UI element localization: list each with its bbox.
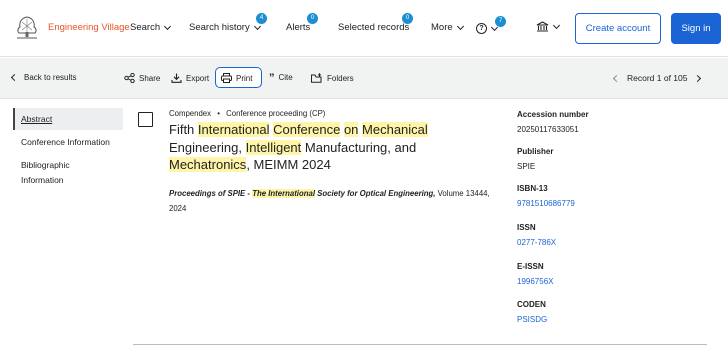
cite-label: Cite (278, 73, 293, 82)
search-history-badge: 4 (256, 13, 267, 24)
coden-label: CODEN (517, 300, 546, 309)
source-publication[interactable]: Proceedings of SPIE - (169, 189, 252, 198)
back-to-results-label: Back to results (24, 73, 77, 82)
chevron-down-icon (164, 22, 172, 30)
isbn-label: ISBN-13 (517, 184, 548, 193)
nav-help[interactable]: ? (476, 23, 499, 34)
publisher-value: SPIE (517, 162, 536, 171)
section-divider (133, 344, 707, 345)
title-highlight: Mechatronics (169, 157, 247, 172)
chevron-down-icon (456, 22, 464, 30)
nav-search-label: Search (130, 22, 161, 33)
help-badge: 7 (495, 16, 506, 27)
nav-search-history[interactable]: Search history (189, 22, 261, 33)
coden-link[interactable]: PSISDG (517, 315, 547, 324)
title-text: , MEIMM 2024 (246, 157, 331, 172)
share-icon (124, 73, 135, 83)
nav-institution[interactable] (536, 21, 561, 32)
folder-icon (311, 73, 322, 83)
document-type: Conference proceeding (CP) (226, 109, 326, 118)
select-record-checkbox[interactable] (138, 112, 153, 127)
issn-label: ISSN (517, 223, 536, 232)
institution-icon (536, 21, 549, 32)
eissn-label: E-ISSN (517, 262, 544, 271)
export-icon (171, 73, 182, 83)
nav-alerts-label: Alerts (286, 22, 311, 33)
cite-icon: ” (269, 71, 275, 84)
title-highlight: Intelligent (245, 139, 302, 155)
eissn-link[interactable]: 1996756X (517, 277, 553, 286)
help-icon: ? (476, 23, 487, 34)
back-arrow-icon (10, 73, 19, 82)
isbn-link[interactable]: 9781510686779 (517, 199, 575, 208)
publisher-label: Publisher (517, 147, 554, 156)
database-name: Compendex (169, 109, 212, 118)
back-to-results-link[interactable]: Back to results (10, 73, 77, 82)
title-text: Engineering, (169, 139, 246, 155)
nav-more[interactable]: More (431, 22, 464, 33)
top-navigation: Engineering Village Search Search histor… (0, 0, 728, 57)
issn-link[interactable]: 0277-786X (517, 238, 556, 247)
record-toolbar: Back to results Share Export Print ” Cit… (0, 58, 728, 99)
chevron-down-icon (552, 21, 561, 29)
print-icon (221, 73, 232, 83)
print-button[interactable]: Print (221, 73, 252, 83)
record-position: Record 1 of 105 (627, 73, 688, 83)
record-meta: Compendex • Conference proceeding (CP) (169, 109, 325, 118)
title-highlight: Conference (273, 122, 341, 137)
sidebar-item-abstract[interactable]: Abstract (21, 112, 52, 127)
sign-in-button[interactable]: Sign in (671, 13, 721, 44)
accession-number-value: 20250117633051 (517, 125, 579, 134)
title-highlight: International (197, 122, 270, 137)
create-account-button[interactable]: Create account (575, 13, 661, 44)
record-pagination: Record 1 of 105 (612, 73, 702, 83)
sidebar-item-conference-information[interactable]: Conference Information (21, 135, 110, 150)
share-label: Share (139, 73, 161, 83)
nav-more-label: More (431, 22, 453, 33)
meta-separator: • (217, 109, 220, 118)
source-publication[interactable]: Society for Optical Engineering, (315, 189, 435, 198)
nav-search[interactable]: Search (130, 22, 172, 33)
selected-records-badge: 0 (402, 13, 413, 24)
title-highlight: Mechanical (362, 122, 428, 137)
folders-button[interactable]: Folders (311, 73, 354, 83)
nav-selected-records[interactable]: Selected records (338, 22, 409, 33)
record-source: Proceedings of SPIE - The International … (169, 186, 509, 216)
folders-label: Folders (327, 73, 354, 83)
title-text: Manufacturing, and (301, 139, 417, 155)
export-label: Export (186, 73, 210, 83)
elsevier-logo-icon[interactable] (13, 14, 41, 40)
prev-arrow-icon[interactable] (612, 74, 621, 82)
accession-number-label: Accession number (517, 110, 589, 119)
cite-button[interactable]: ” Cite (269, 71, 293, 84)
title-text: Fifth (169, 122, 198, 137)
next-arrow-icon[interactable] (694, 74, 702, 82)
record-title: Fifth International Conference on Mechan… (169, 121, 479, 174)
sidebar-item-bibliographic-information[interactable]: Bibliographic Information (21, 158, 111, 188)
source-publication-highlight[interactable]: The International (252, 189, 316, 198)
nav-alerts[interactable]: Alerts (286, 22, 310, 33)
print-label: Print (236, 73, 253, 83)
brand-name[interactable]: Engineering Village (48, 22, 130, 33)
nav-selected-records-label: Selected records (338, 22, 410, 33)
title-highlight: on (343, 122, 359, 137)
export-button[interactable]: Export (171, 73, 209, 83)
share-button[interactable]: Share (124, 73, 160, 83)
alerts-badge: 0 (307, 13, 318, 24)
nav-search-history-label: Search history (189, 22, 250, 33)
